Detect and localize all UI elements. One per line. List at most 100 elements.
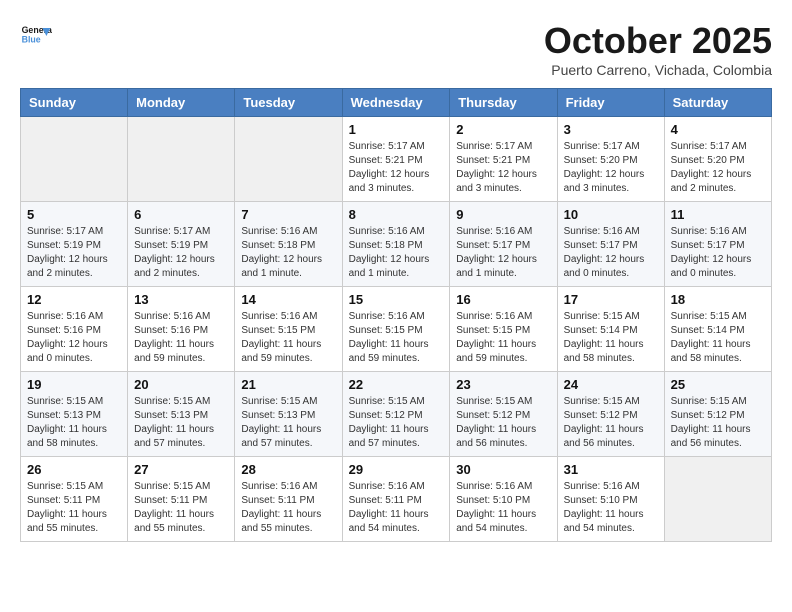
day-info: Sunrise: 5:15 AM Sunset: 5:12 PM Dayligh… bbox=[456, 395, 550, 451]
day-number: 1 bbox=[349, 122, 444, 137]
weekday-header-monday: Monday bbox=[128, 89, 235, 117]
day-info: Sunrise: 5:15 AM Sunset: 5:12 PM Dayligh… bbox=[564, 395, 658, 451]
calendar-cell: 18 Sunrise: 5:15 AM Sunset: 5:14 PM Dayli… bbox=[664, 287, 771, 372]
day-info: Sunrise: 5:16 AM Sunset: 5:18 PM Dayligh… bbox=[349, 225, 444, 281]
day-number: 23 bbox=[456, 377, 550, 392]
day-info: Sunrise: 5:16 AM Sunset: 5:11 PM Dayligh… bbox=[241, 480, 335, 536]
day-number: 24 bbox=[564, 377, 658, 392]
day-number: 6 bbox=[134, 207, 228, 222]
day-info: Sunrise: 5:16 AM Sunset: 5:10 PM Dayligh… bbox=[456, 480, 550, 536]
day-number: 2 bbox=[456, 122, 550, 137]
day-info: Sunrise: 5:16 AM Sunset: 5:17 PM Dayligh… bbox=[456, 225, 550, 281]
calendar-cell: 16Sunrise: 5:16 AM Sunset: 5:15 PM Dayli… bbox=[450, 287, 557, 372]
calendar-cell: 10 Sunrise: 5:16 AM Sunset: 5:17 PM Dayli… bbox=[557, 202, 664, 287]
day-number: 18 bbox=[671, 292, 765, 307]
day-number: 20 bbox=[134, 377, 228, 392]
day-info: Sunrise: 5:15 AM Sunset: 5:12 PM Dayligh… bbox=[671, 395, 765, 451]
location: Puerto Carreno, Vichada, Colombia bbox=[544, 62, 772, 78]
calendar-cell: 25Sunrise: 5:15 AM Sunset: 5:12 PM Dayli… bbox=[664, 372, 771, 457]
day-number: 31 bbox=[564, 462, 658, 477]
calendar-cell: 8 Sunrise: 5:16 AM Sunset: 5:18 PM Daylig… bbox=[342, 202, 450, 287]
day-number: 7 bbox=[241, 207, 335, 222]
day-number: 13 bbox=[134, 292, 228, 307]
day-number: 4 bbox=[671, 122, 765, 137]
weekday-header-friday: Friday bbox=[557, 89, 664, 117]
day-number: 29 bbox=[349, 462, 444, 477]
day-info: Sunrise: 5:16 AM Sunset: 5:16 PM Dayligh… bbox=[134, 310, 228, 366]
weekday-header-row: SundayMondayTuesdayWednesdayThursdayFrid… bbox=[21, 89, 772, 117]
calendar-cell: 6 Sunrise: 5:17 AM Sunset: 5:19 PM Daylig… bbox=[128, 202, 235, 287]
day-number: 19 bbox=[27, 377, 121, 392]
day-info: Sunrise: 5:17 AM Sunset: 5:21 PM Dayligh… bbox=[349, 140, 444, 196]
calendar-cell: 20 Sunrise: 5:15 AM Sunset: 5:13 PM Dayli… bbox=[128, 372, 235, 457]
day-number: 26 bbox=[27, 462, 121, 477]
calendar-cell: 17 Sunrise: 5:15 AM Sunset: 5:14 PM Dayli… bbox=[557, 287, 664, 372]
day-number: 22 bbox=[349, 377, 444, 392]
calendar-cell: 26Sunrise: 5:15 AM Sunset: 5:11 PM Dayli… bbox=[21, 457, 128, 542]
day-number: 17 bbox=[564, 292, 658, 307]
day-info: Sunrise: 5:15 AM Sunset: 5:13 PM Dayligh… bbox=[27, 395, 121, 451]
day-number: 11 bbox=[671, 207, 765, 222]
calendar-cell: 3Sunrise: 5:17 AM Sunset: 5:20 PM Daylig… bbox=[557, 117, 664, 202]
calendar-cell: 22 Sunrise: 5:15 AM Sunset: 5:12 PM Dayli… bbox=[342, 372, 450, 457]
day-info: Sunrise: 5:15 AM Sunset: 5:14 PM Dayligh… bbox=[564, 310, 658, 366]
week-row-5: 26 Sunrise: 5:15 AM Sunset: 5:11 PM Dayli… bbox=[21, 457, 772, 542]
calendar-cell: 2 Sunrise: 5:17 AM Sunset: 5:21 PM Daylig… bbox=[450, 117, 557, 202]
calendar-cell bbox=[235, 117, 342, 202]
day-info: Sunrise: 5:15 AM Sunset: 5:13 PM Dayligh… bbox=[134, 395, 228, 451]
day-info: Sunrise: 5:17 AM Sunset: 5:20 PM Dayligh… bbox=[671, 140, 765, 196]
calendar-cell: 7Sunrise: 5:16 AM Sunset: 5:18 PM Daylig… bbox=[235, 202, 342, 287]
calendar-cell bbox=[664, 457, 771, 542]
day-number: 15 bbox=[349, 292, 444, 307]
page-header: General Blue October 2025 Puerto Carreno… bbox=[20, 20, 772, 78]
week-row-3: 12 Sunrise: 5:16 AM Sunset: 5:16 PM Dayli… bbox=[21, 287, 772, 372]
calendar-cell: 15 Sunrise: 5:16 AM Sunset: 5:15 PM Dayli… bbox=[342, 287, 450, 372]
calendar-cell: 24 Sunrise: 5:15 AM Sunset: 5:12 PM Dayli… bbox=[557, 372, 664, 457]
day-number: 5 bbox=[27, 207, 121, 222]
day-info: Sunrise: 5:16 AM Sunset: 5:16 PM Dayligh… bbox=[27, 310, 121, 366]
day-info: Sunrise: 5:16 AM Sunset: 5:17 PM Dayligh… bbox=[671, 225, 765, 281]
calendar-cell: 12 Sunrise: 5:16 AM Sunset: 5:16 PM Dayli… bbox=[21, 287, 128, 372]
logo-icon: General Blue bbox=[20, 20, 52, 52]
weekday-header-wednesday: Wednesday bbox=[342, 89, 450, 117]
day-number: 14 bbox=[241, 292, 335, 307]
day-info: Sunrise: 5:16 AM Sunset: 5:11 PM Dayligh… bbox=[349, 480, 444, 536]
calendar-cell: 31 Sunrise: 5:16 AM Sunset: 5:10 PM Dayli… bbox=[557, 457, 664, 542]
calendar-cell bbox=[128, 117, 235, 202]
weekday-header-saturday: Saturday bbox=[664, 89, 771, 117]
calendar-cell: 13 Sunrise: 5:16 AM Sunset: 5:16 PM Dayli… bbox=[128, 287, 235, 372]
day-info: Sunrise: 5:15 AM Sunset: 5:14 PM Dayligh… bbox=[671, 310, 765, 366]
weekday-header-tuesday: Tuesday bbox=[235, 89, 342, 117]
day-number: 28 bbox=[241, 462, 335, 477]
calendar-cell: 29 Sunrise: 5:16 AM Sunset: 5:11 PM Dayli… bbox=[342, 457, 450, 542]
day-number: 12 bbox=[27, 292, 121, 307]
day-number: 3 bbox=[564, 122, 658, 137]
calendar-cell: 11 Sunrise: 5:16 AM Sunset: 5:17 PM Dayli… bbox=[664, 202, 771, 287]
day-info: Sunrise: 5:16 AM Sunset: 5:15 PM Dayligh… bbox=[241, 310, 335, 366]
day-info: Sunrise: 5:17 AM Sunset: 5:19 PM Dayligh… bbox=[134, 225, 228, 281]
weekday-header-thursday: Thursday bbox=[450, 89, 557, 117]
day-info: Sunrise: 5:16 AM Sunset: 5:15 PM Dayligh… bbox=[349, 310, 444, 366]
day-info: Sunrise: 5:16 AM Sunset: 5:17 PM Dayligh… bbox=[564, 225, 658, 281]
calendar-cell: 21Sunrise: 5:15 AM Sunset: 5:13 PM Dayli… bbox=[235, 372, 342, 457]
calendar-cell: 5 Sunrise: 5:17 AM Sunset: 5:19 PM Daylig… bbox=[21, 202, 128, 287]
day-info: Sunrise: 5:17 AM Sunset: 5:19 PM Dayligh… bbox=[27, 225, 121, 281]
weekday-header-sunday: Sunday bbox=[21, 89, 128, 117]
month-title: October 2025 bbox=[544, 20, 772, 62]
day-info: Sunrise: 5:15 AM Sunset: 5:12 PM Dayligh… bbox=[349, 395, 444, 451]
day-info: Sunrise: 5:15 AM Sunset: 5:11 PM Dayligh… bbox=[134, 480, 228, 536]
day-number: 21 bbox=[241, 377, 335, 392]
day-number: 27 bbox=[134, 462, 228, 477]
day-info: Sunrise: 5:16 AM Sunset: 5:10 PM Dayligh… bbox=[564, 480, 658, 536]
calendar-cell: 1 Sunrise: 5:17 AM Sunset: 5:21 PM Daylig… bbox=[342, 117, 450, 202]
calendar-table: SundayMondayTuesdayWednesdayThursdayFrid… bbox=[20, 88, 772, 542]
calendar-cell: 28 Sunrise: 5:16 AM Sunset: 5:11 PM Dayli… bbox=[235, 457, 342, 542]
calendar-cell: 27 Sunrise: 5:15 AM Sunset: 5:11 PM Dayli… bbox=[128, 457, 235, 542]
calendar-cell: 19 Sunrise: 5:15 AM Sunset: 5:13 PM Dayli… bbox=[21, 372, 128, 457]
title-block: October 2025 Puerto Carreno, Vichada, Co… bbox=[544, 20, 772, 78]
day-info: Sunrise: 5:17 AM Sunset: 5:21 PM Dayligh… bbox=[456, 140, 550, 196]
day-number: 30 bbox=[456, 462, 550, 477]
day-number: 8 bbox=[349, 207, 444, 222]
day-number: 10 bbox=[564, 207, 658, 222]
calendar-cell: 23 Sunrise: 5:15 AM Sunset: 5:12 PM Dayli… bbox=[450, 372, 557, 457]
